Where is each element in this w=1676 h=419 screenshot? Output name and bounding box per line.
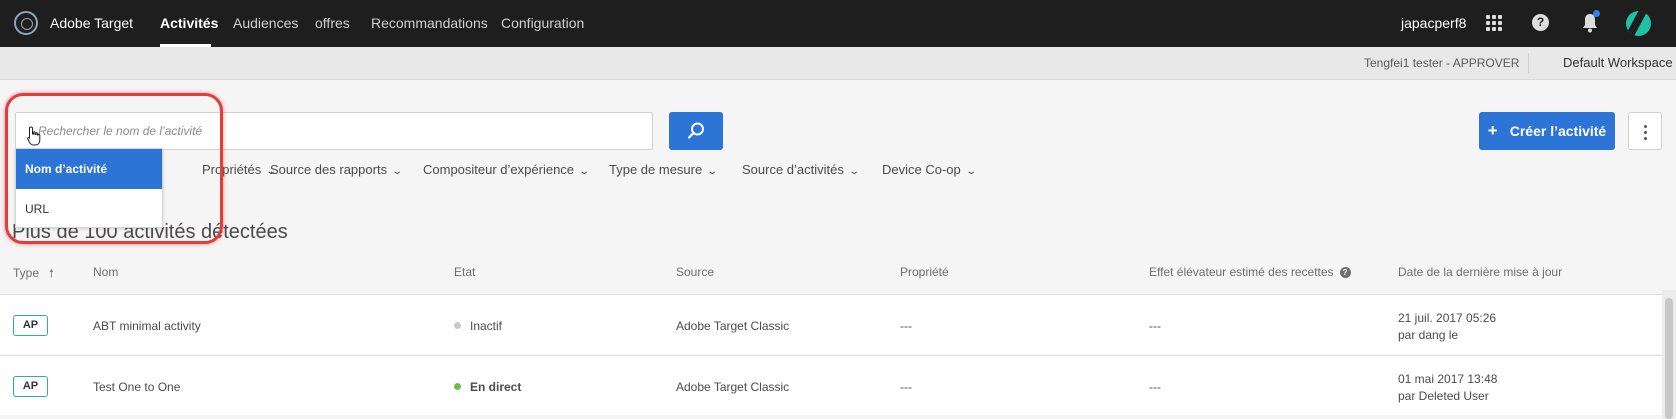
hand-cursor-icon <box>27 126 41 146</box>
chevron-down-icon: ⌄ <box>578 166 591 177</box>
property-cell: --- <box>900 380 912 394</box>
plus-icon: + <box>1487 121 1498 140</box>
nav-activites[interactable]: Activités <box>160 15 218 31</box>
column-header-type[interactable]: Type 🠕 <box>13 265 54 284</box>
column-header-source[interactable]: Source <box>676 265 714 279</box>
create-activity-label: Créer l’activité <box>1509 123 1607 139</box>
type-badge: AP <box>13 376 48 397</box>
notification-badge <box>1593 10 1600 17</box>
activity-name[interactable]: ABT minimal activity <box>93 319 201 333</box>
workspace-selector[interactable]: Default Workspace <box>1563 55 1673 70</box>
lift-cell: --- <box>1149 380 1161 394</box>
chevron-down-icon: ⌄ <box>965 166 977 177</box>
search-type-dropdown: Nom d’activité URL <box>15 148 163 228</box>
updated-date: 01 mai 2017 13:48 <box>1398 372 1498 386</box>
user-name[interactable]: japacperf8 <box>1401 15 1466 31</box>
divider <box>1528 53 1529 73</box>
status: En direct <box>454 380 521 394</box>
chevron-down-icon: ⌄ <box>391 166 404 177</box>
sort-up-arrow-icon[interactable]: 🠕 <box>49 265 54 284</box>
column-header-nom[interactable]: Nom <box>93 265 118 279</box>
avatar[interactable] <box>1626 11 1651 36</box>
activity-name[interactable]: Test One to One <box>93 380 180 394</box>
column-header-propriete[interactable]: Propriété <box>900 265 949 279</box>
column-header-etat[interactable]: Etat <box>454 265 475 279</box>
status-dot-icon <box>454 383 461 390</box>
status-dot-icon <box>454 322 461 329</box>
chevron-down-icon: ⌄ <box>848 166 860 177</box>
updated-by: par Deleted User <box>1398 389 1489 403</box>
type-badge: AP <box>13 315 48 336</box>
lift-cell: --- <box>1149 319 1161 333</box>
nav-configuration[interactable]: Configuration <box>501 15 584 31</box>
scrollbar[interactable] <box>1662 290 1676 419</box>
updated-by: par dang le <box>1398 328 1459 342</box>
updated-date: 21 juil. 2017 05:26 <box>1398 311 1497 325</box>
search-button[interactable] <box>669 112 723 150</box>
column-header-effet[interactable]: Effet élévateur estimé des recettes? <box>1149 265 1351 279</box>
top-bar: Adobe Target Activités Audiences offres … <box>0 0 1676 47</box>
info-icon[interactable]: ? <box>1339 267 1351 278</box>
nav-recommandations[interactable]: Recommandations <box>371 15 488 31</box>
create-activity-button[interactable]: + Créer l’activité <box>1479 112 1615 150</box>
help-icon[interactable]: ? <box>1532 14 1549 31</box>
filter-device-coop[interactable]: Device Co-op ⌄ <box>882 162 977 177</box>
user-role: Tengfei1 tester - APPROVER <box>1364 56 1520 70</box>
filter-type-mesure[interactable]: Type de mesure ⌄ <box>609 162 719 177</box>
nav-offres[interactable]: offres <box>315 15 350 31</box>
scrollbar-thumb[interactable] <box>1665 298 1673 419</box>
workspace-bar: Tengfei1 tester - APPROVER Default Works… <box>0 47 1676 80</box>
filter-source-rapports[interactable]: Source des rapports ⌄ <box>270 162 404 177</box>
source-cell: Adobe Target Classic <box>676 319 790 333</box>
app-name[interactable]: Adobe Target <box>50 15 133 31</box>
option-url[interactable]: URL <box>16 189 162 229</box>
filter-compositeur[interactable]: Compositeur d’expérience ⌄ <box>423 162 591 177</box>
filter-proprietes[interactable]: Propriétés ⌄ <box>202 162 277 177</box>
option-nom-activite[interactable]: Nom d’activité <box>16 149 162 189</box>
source-cell: Adobe Target Classic <box>676 380 790 394</box>
table-row[interactable]: AP Test One to One En direct Adobe Targe… <box>0 355 1662 415</box>
search-box[interactable] <box>15 112 653 150</box>
status: Inactif <box>454 319 502 333</box>
column-header-date[interactable]: Date de la dernière mise à jour <box>1398 265 1562 279</box>
search-icon <box>687 122 704 139</box>
search-input[interactable] <box>38 114 638 148</box>
chevron-down-icon: ⌄ <box>706 166 719 177</box>
more-options-button[interactable] <box>1628 112 1662 150</box>
property-cell: --- <box>900 319 912 333</box>
table-row[interactable]: AP ABT minimal activity Inactif Adobe Ta… <box>0 294 1662 354</box>
filter-source-activites[interactable]: Source d’activités ⌄ <box>742 162 860 177</box>
apps-grid-icon[interactable] <box>1486 15 1502 31</box>
nav-audiences[interactable]: Audiences <box>233 15 298 31</box>
adobe-target-logo-icon[interactable] <box>14 11 38 35</box>
